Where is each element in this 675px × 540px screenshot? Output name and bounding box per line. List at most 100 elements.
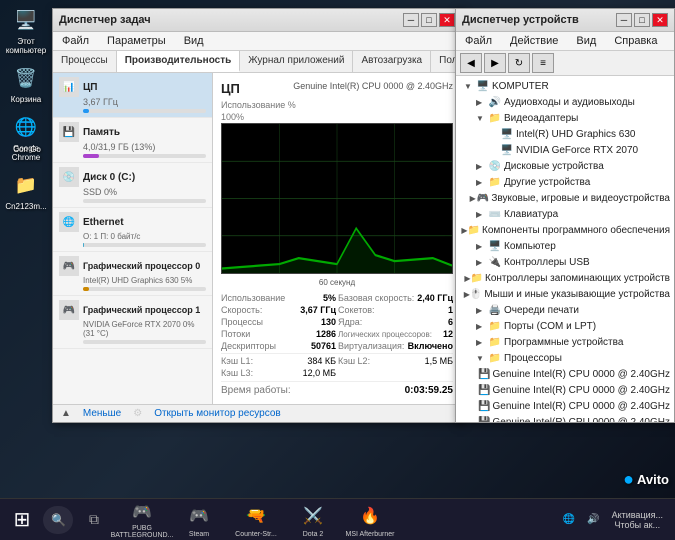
taskbar-app-steam[interactable]: 🎮 Steam (172, 501, 226, 539)
uptime-label: Время работы: (221, 385, 291, 396)
process-item-ethernet[interactable]: 🌐 Ethernet О: 1 П: 0 байт/с (53, 208, 212, 252)
task-manager-title: Диспетчер задач (59, 14, 151, 26)
dm-menu-view[interactable]: Вид (573, 34, 599, 48)
tree-item-video[interactable]: ▼ 📁 Видеоадаптеры (458, 110, 672, 126)
task-view-button[interactable]: ⧉ (76, 502, 112, 538)
tree-item-software[interactable]: ▶ 📁 Компоненты программного обеспечения (458, 222, 672, 238)
sound-tree-icon: 🎮 (477, 191, 489, 205)
disk-process-sub: SSD 0% (83, 187, 206, 197)
maximize-button[interactable]: □ (421, 13, 437, 27)
cache-stats: Кэш L1: 384 КБ Кэш L2: 1,5 МБ Кэш L3: 12… (221, 353, 453, 378)
less-button[interactable]: Меньше (83, 408, 121, 419)
process-item-memory[interactable]: 💾 Память 4,0/31,9 ГБ (13%) (53, 118, 212, 163)
dm-menu-help[interactable]: Справка (611, 34, 660, 48)
tray-sound-icon[interactable]: 🔊 (583, 512, 603, 527)
task-manager-footer: ▲ Меньше ⚙ Открыть монитор ресурсов (53, 404, 461, 422)
tree-arrow-disks: ▶ (476, 162, 488, 171)
cpu-usage-label: Использование % (221, 100, 453, 110)
tab-processes[interactable]: Процессы (53, 51, 117, 72)
tree-item-storage[interactable]: ▶ 📁 Контроллеры запоминающих устройств (458, 270, 672, 286)
tree-item-intel-gpu[interactable]: 🖥️ Intel(R) UHD Graphics 630 (458, 126, 672, 142)
start-button[interactable]: ⊞ (4, 502, 40, 538)
trash-icon: 🗑️ (11, 63, 41, 93)
threads-label: Потоки (221, 329, 250, 339)
desktop-icon-computer[interactable]: 🖥️ Этот компьютер (2, 5, 50, 55)
tab-applog[interactable]: Журнал приложений (240, 51, 353, 72)
tree-item-keyboard[interactable]: ▶ ⌨️ Клавиатура (458, 206, 672, 222)
taskbar-app-msi[interactable]: 🔥 MSI Afterburner (343, 501, 397, 539)
device-manager-menubar: Файл Действие Вид Справка (456, 32, 674, 51)
tree-item-ports[interactable]: ▶ 📁 Порты (COM и LPT) (458, 318, 672, 334)
tree-arrow-computer: ▼ (464, 82, 476, 91)
process-item-gpu0[interactable]: 🎮 Графический процессор 0 Intel(R) UHD G… (53, 252, 212, 296)
tree-item-audio[interactable]: ▶ 🔊 Аудиовходы и аудиовыходы (458, 94, 672, 110)
tree-item-mice[interactable]: ▶ 🖱️ Мыши и иные указывающие устройства (458, 286, 672, 302)
minimize-button[interactable]: ─ (403, 13, 419, 27)
tree-item-disks[interactable]: ▶ 💿 Дисковые устройства (458, 158, 672, 174)
tree-label-nvidia-gpu: NVIDIA GeForce RTX 2070 (516, 145, 638, 156)
desktop-icon-chrome[interactable]: 🌐 Google Chrome (2, 112, 50, 162)
menu-view[interactable]: Вид (181, 34, 207, 48)
cpu-stats-grid: Использование 5% Базовая скорость: 2,40 … (221, 293, 453, 351)
process-item-gpu1[interactable]: 🎮 Графический процессор 1 NVIDIA GeForce… (53, 296, 212, 349)
task-manager-titlebar: Диспетчер задач ─ □ ✕ (53, 9, 461, 32)
tree-item-cpu-0[interactable]: 💾 Genuine Intel(R) CPU 0000 @ 2.40GHz (458, 366, 672, 382)
memory-process-icon: 💾 (59, 122, 79, 142)
video-tree-icon: 📁 (488, 111, 502, 125)
mice-tree-icon: 🖱️ (470, 287, 482, 301)
tree-item-usb[interactable]: ▶ 🔌 Контроллеры USB (458, 254, 672, 270)
tree-item-nvidia-gpu[interactable]: 🖥️ NVIDIA GeForce RTX 2070 (458, 142, 672, 158)
cpu-process-icon: 📊 (59, 77, 79, 97)
desktop-icon-trash[interactable]: 🗑️ Корзина (2, 63, 50, 104)
tree-item-processors[interactable]: ▼ 📁 Процессоры (458, 350, 672, 366)
pubg-icon: 🎮 (128, 501, 156, 524)
tray-network-icon[interactable]: 🌐 (559, 512, 579, 527)
stat-virt: Виртуализация: Включено (338, 341, 453, 351)
threads-value: 1286 (316, 329, 336, 339)
tree-item-cpu-1[interactable]: 💾 Genuine Intel(R) CPU 0000 @ 2.40GHz (458, 382, 672, 398)
search-button[interactable]: 🔍 (43, 506, 73, 534)
tree-item-comp[interactable]: ▶ 🖥️ Компьютер (458, 238, 672, 254)
tree-arrow-video: ▼ (476, 114, 488, 123)
tree-item-print[interactable]: ▶ 🖨️ Очереди печати (458, 302, 672, 318)
taskbar-app-pubg[interactable]: 🎮 PUBG BATTLEGROUND... (115, 501, 169, 539)
dm-tool-refresh[interactable]: ↻ (508, 53, 530, 73)
dm-menu-action[interactable]: Действие (507, 34, 561, 48)
dm-menu-file[interactable]: Файл (462, 34, 495, 48)
cpu3-tree-icon: 💾 (478, 415, 490, 422)
dm-tool-properties[interactable]: ≡ (532, 53, 554, 73)
close-button[interactable]: ✕ (439, 13, 455, 27)
menu-params[interactable]: Параметры (104, 34, 169, 48)
taskbar-app-dota[interactable]: ⚔️ Dota 2 (286, 501, 340, 539)
stat-sockets: Сокетов: 1 (338, 305, 453, 315)
cpu1-tree-icon: 💾 (478, 383, 490, 397)
tree-item-other[interactable]: ▶ 📁 Другие устройства (458, 174, 672, 190)
monitor-resources-link[interactable]: Открыть монитор ресурсов (154, 408, 281, 419)
tree-item-cpu-3[interactable]: 💾 Genuine Intel(R) CPU 0000 @ 2.40GHz (458, 414, 672, 422)
dm-maximize-button[interactable]: □ (634, 13, 650, 27)
tab-autostart[interactable]: Автозагрузка (353, 51, 431, 72)
tree-label-comp: Компьютер (504, 241, 556, 252)
dm-close-button[interactable]: ✕ (652, 13, 668, 27)
ethernet-process-icon: 🌐 (59, 212, 79, 232)
pubg-label: PUBG BATTLEGROUND... (111, 525, 174, 539)
software-tree-icon: 📁 (468, 223, 480, 237)
taskbar-app-cs[interactable]: 🔫 Counter-Str... (229, 501, 283, 539)
menu-file[interactable]: Файл (59, 34, 92, 48)
dm-minimize-button[interactable]: ─ (616, 13, 632, 27)
tree-item-cpu-2[interactable]: 💾 Genuine Intel(R) CPU 0000 @ 2.40GHz (458, 398, 672, 414)
tree-item-computer[interactable]: ▼ 🖥️ KOMPUTER (458, 78, 672, 94)
tree-item-softdev[interactable]: ▶ 📁 Программные устройства (458, 334, 672, 350)
tray-clock[interactable]: Активация... Чтобы ак... (608, 508, 667, 532)
desktop-icon-list: 🖥️ Этот компьютер 🗑️ Корзина 🌐 Google Ch… (2, 5, 50, 211)
tree-label-audio: Аудиовходы и аудиовыходы (504, 97, 635, 108)
process-item-disk[interactable]: 💿 Диск 0 (C:) SSD 0% (53, 163, 212, 208)
desktop-icon-folder[interactable]: 📁 Cn2123m... (2, 170, 50, 211)
memory-process-sub: 4,0/31,9 ГБ (13%) (83, 142, 206, 152)
tree-label-cpu-0: Genuine Intel(R) CPU 0000 @ 2.40GHz (493, 369, 670, 380)
tab-performance[interactable]: Производительность (117, 51, 241, 72)
dm-tool-back[interactable]: ◀ (460, 53, 482, 73)
tree-item-sound[interactable]: ▶ 🎮 Звуковые, игровые и видеоустройства (458, 190, 672, 206)
process-item-cpu[interactable]: 📊 ЦП 3,67 ГГц (53, 73, 212, 118)
dm-tool-forward[interactable]: ▶ (484, 53, 506, 73)
